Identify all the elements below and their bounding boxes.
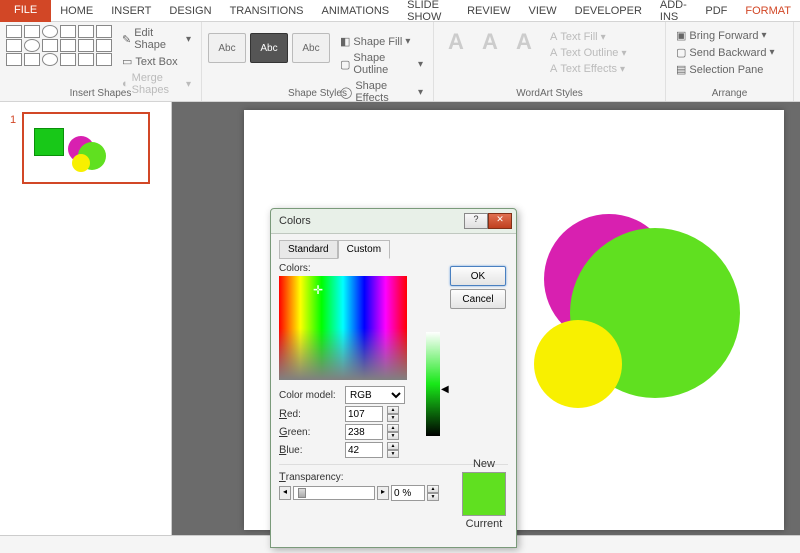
- dialog-title: Colors: [275, 215, 464, 227]
- wordart-gallery[interactable]: A A A: [440, 29, 540, 59]
- ribbon-body: ✎Edit Shape ▾ ▭Text Box ◐Merge Shapes ▾ …: [0, 22, 800, 102]
- current-label: Current: [462, 518, 506, 530]
- luminance-slider[interactable]: [426, 332, 440, 436]
- text-fill-button[interactable]: AText Fill ▾: [546, 29, 630, 45]
- tab-review[interactable]: REVIEW: [458, 1, 519, 21]
- selection-icon: ▤: [676, 63, 686, 76]
- red-spinner[interactable]: ▲▼: [387, 406, 399, 422]
- dialog-tabstrip: Standard Custom: [279, 240, 508, 259]
- red-label: Red:: [279, 408, 341, 420]
- tab-view[interactable]: VIEW: [520, 1, 566, 21]
- blue-spinner[interactable]: ▲▼: [387, 442, 399, 458]
- group-label: Arrange: [666, 88, 793, 99]
- trans-left-button[interactable]: ◂: [279, 486, 291, 500]
- send-backward-icon: ▢: [676, 46, 686, 59]
- slide-thumbnail[interactable]: 1: [22, 112, 150, 184]
- bring-forward-icon: ▣: [676, 29, 686, 42]
- tab-design[interactable]: DESIGN: [160, 1, 220, 21]
- green-label: Green:: [279, 426, 341, 438]
- dialog-titlebar[interactable]: Colors ? ✕: [271, 209, 516, 233]
- thumb-shape-yellow: [72, 154, 90, 172]
- shape-circle-yellow[interactable]: [534, 320, 622, 408]
- group-label: WordArt Styles: [434, 88, 665, 99]
- ribbon-tabstrip: FILE HOME INSERT DESIGN TRANSITIONS ANIM…: [0, 0, 800, 22]
- luminance-arrow-icon: ◀: [441, 384, 449, 395]
- new-current-preview: New Current: [462, 458, 506, 530]
- new-color-swatch: [462, 472, 506, 516]
- group-wordart-styles: A A A AText Fill ▾ AText Outline ▾ AText…: [434, 22, 666, 101]
- fill-icon: ◧: [340, 35, 350, 48]
- group-arrange: ▣Bring Forward ▾ ▢Send Backward ▾ ▤Selec…: [666, 22, 794, 101]
- selection-pane-button[interactable]: ▤Selection Pane: [672, 61, 787, 78]
- blue-input[interactable]: [345, 442, 383, 458]
- send-backward-button[interactable]: ▢Send Backward ▾: [672, 44, 787, 61]
- edit-shape-button[interactable]: ✎Edit Shape ▾: [118, 25, 195, 53]
- text-fill-icon: A: [550, 31, 557, 43]
- thumb-number: 1: [10, 114, 16, 126]
- picker-cursor-icon: ✛: [313, 286, 323, 296]
- new-label: New: [462, 458, 506, 470]
- transparency-input[interactable]: [391, 485, 425, 501]
- group-shape-styles: Abc Abc Abc ◧Shape Fill ▾ ▢Shape Outline…: [202, 22, 434, 101]
- tab-standard[interactable]: Standard: [279, 240, 338, 259]
- help-button[interactable]: ?: [464, 213, 488, 229]
- slider-thumb[interactable]: [298, 488, 306, 498]
- tab-developer[interactable]: DEVELOPER: [566, 1, 651, 21]
- file-tab[interactable]: FILE: [0, 0, 51, 22]
- tab-format[interactable]: FORMAT: [736, 1, 800, 21]
- group-insert-shapes: ✎Edit Shape ▾ ▭Text Box ◐Merge Shapes ▾ …: [0, 22, 202, 101]
- tab-insert[interactable]: INSERT: [102, 1, 160, 21]
- green-input[interactable]: [345, 424, 383, 440]
- color-picker[interactable]: ✛: [279, 276, 407, 380]
- trans-right-button[interactable]: ▸: [377, 486, 389, 500]
- text-outline-button[interactable]: AText Outline ▾: [546, 45, 630, 61]
- tab-animations[interactable]: ANIMATIONS: [313, 1, 399, 21]
- tab-transitions[interactable]: TRANSITIONS: [221, 1, 313, 21]
- close-button[interactable]: ✕: [488, 213, 512, 229]
- tab-custom[interactable]: Custom: [338, 240, 390, 259]
- colors-dialog: Colors ? ✕ Standard Custom OK Cancel Col…: [270, 208, 517, 548]
- color-model-select[interactable]: RGB: [345, 386, 405, 404]
- green-spinner[interactable]: ▲▼: [387, 424, 399, 440]
- red-input[interactable]: [345, 406, 383, 422]
- blue-label: Blue:: [279, 444, 341, 456]
- edit-shape-icon: ✎: [122, 33, 131, 46]
- shape-outline-button[interactable]: ▢Shape Outline ▾: [336, 50, 427, 78]
- transparency-spinner[interactable]: ▲▼: [427, 485, 439, 501]
- color-model-label: Color model:: [279, 390, 341, 401]
- group-label: Insert Shapes: [0, 88, 201, 99]
- shape-fill-button[interactable]: ◧Shape Fill ▾: [336, 33, 427, 50]
- bring-forward-button[interactable]: ▣Bring Forward ▾: [672, 27, 787, 44]
- outline-icon: ▢: [340, 58, 350, 71]
- transparency-slider[interactable]: [293, 486, 375, 500]
- thumbnail-panel: 1: [0, 102, 172, 535]
- text-effects-button[interactable]: AText Effects ▾: [546, 61, 630, 77]
- shape-style-gallery[interactable]: Abc Abc Abc: [208, 33, 330, 63]
- group-label: Shape Styles: [202, 88, 433, 99]
- tab-pdf[interactable]: PDF: [696, 1, 736, 21]
- text-box-button[interactable]: ▭Text Box: [118, 53, 195, 70]
- textbox-icon: ▭: [122, 55, 132, 68]
- tab-home[interactable]: HOME: [51, 1, 102, 21]
- text-outline-icon: A: [550, 47, 557, 59]
- text-effects-icon: A: [550, 63, 557, 75]
- thumb-shape-square: [34, 128, 64, 156]
